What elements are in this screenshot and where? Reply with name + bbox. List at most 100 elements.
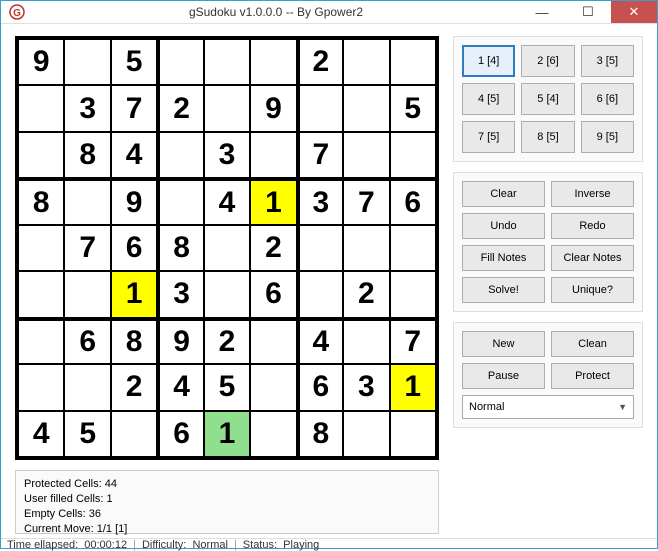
- solve-button[interactable]: Solve!: [462, 277, 545, 303]
- cell-1-0[interactable]: [18, 85, 64, 131]
- cell-8-4[interactable]: 1: [204, 411, 250, 457]
- cell-5-1[interactable]: [64, 271, 110, 317]
- cell-5-2[interactable]: 1: [111, 271, 157, 317]
- cell-7-8[interactable]: 1: [390, 364, 436, 410]
- cell-8-5[interactable]: [250, 411, 296, 457]
- cell-2-8[interactable]: [390, 132, 436, 178]
- cell-0-3[interactable]: [157, 39, 203, 85]
- cell-8-6[interactable]: 8: [297, 411, 343, 457]
- cell-5-0[interactable]: [18, 271, 64, 317]
- cell-2-4[interactable]: 3: [204, 132, 250, 178]
- cell-7-1[interactable]: [64, 364, 110, 410]
- numpad-8[interactable]: 8 [5]: [521, 121, 574, 153]
- numpad-7[interactable]: 7 [5]: [462, 121, 515, 153]
- pause-button[interactable]: Pause: [462, 363, 545, 389]
- protect-button[interactable]: Protect: [551, 363, 634, 389]
- cell-4-2[interactable]: 6: [111, 225, 157, 271]
- cell-3-3[interactable]: [157, 178, 203, 224]
- cell-7-0[interactable]: [18, 364, 64, 410]
- cell-0-8[interactable]: [390, 39, 436, 85]
- cell-0-4[interactable]: [204, 39, 250, 85]
- cell-7-6[interactable]: 6: [297, 364, 343, 410]
- cell-0-1[interactable]: [64, 39, 110, 85]
- cell-7-3[interactable]: 4: [157, 364, 203, 410]
- cell-0-5[interactable]: [250, 39, 296, 85]
- numpad-4[interactable]: 4 [5]: [462, 83, 515, 115]
- cell-3-1[interactable]: [64, 178, 110, 224]
- cell-1-6[interactable]: [297, 85, 343, 131]
- cell-1-2[interactable]: 7: [111, 85, 157, 131]
- cell-4-1[interactable]: 7: [64, 225, 110, 271]
- cell-7-5[interactable]: [250, 364, 296, 410]
- cell-7-4[interactable]: 5: [204, 364, 250, 410]
- cell-4-5[interactable]: 2: [250, 225, 296, 271]
- fillnotes-button[interactable]: Fill Notes: [462, 245, 545, 271]
- numpad-3[interactable]: 3 [5]: [581, 45, 634, 77]
- unique-button[interactable]: Unique?: [551, 277, 634, 303]
- cell-4-3[interactable]: 8: [157, 225, 203, 271]
- cell-4-4[interactable]: [204, 225, 250, 271]
- difficulty-dropdown[interactable]: Normal ▼: [462, 395, 634, 419]
- cell-3-2[interactable]: 9: [111, 178, 157, 224]
- cell-0-7[interactable]: [343, 39, 389, 85]
- cell-6-5[interactable]: [250, 318, 296, 364]
- cell-1-4[interactable]: [204, 85, 250, 131]
- cell-8-0[interactable]: 4: [18, 411, 64, 457]
- close-button[interactable]: ✕: [611, 1, 657, 23]
- cell-1-1[interactable]: 3: [64, 85, 110, 131]
- cell-6-0[interactable]: [18, 318, 64, 364]
- sudoku-grid[interactable]: 9523729584378941376768213626892472456314…: [15, 36, 439, 460]
- numpad-1[interactable]: 1 [4]: [462, 45, 515, 77]
- numpad-6[interactable]: 6 [6]: [581, 83, 634, 115]
- cell-6-4[interactable]: 2: [204, 318, 250, 364]
- cell-3-8[interactable]: 6: [390, 178, 436, 224]
- cell-2-1[interactable]: 8: [64, 132, 110, 178]
- cell-4-7[interactable]: [343, 225, 389, 271]
- cell-1-3[interactable]: 2: [157, 85, 203, 131]
- cell-6-3[interactable]: 9: [157, 318, 203, 364]
- numpad-5[interactable]: 5 [4]: [521, 83, 574, 115]
- cell-6-7[interactable]: [343, 318, 389, 364]
- minimize-button[interactable]: —: [519, 1, 565, 23]
- cell-8-7[interactable]: [343, 411, 389, 457]
- cell-3-5[interactable]: 1: [250, 178, 296, 224]
- cell-3-6[interactable]: 3: [297, 178, 343, 224]
- cell-5-8[interactable]: [390, 271, 436, 317]
- cell-2-3[interactable]: [157, 132, 203, 178]
- cell-5-4[interactable]: [204, 271, 250, 317]
- cell-2-2[interactable]: 4: [111, 132, 157, 178]
- cell-8-3[interactable]: 6: [157, 411, 203, 457]
- cell-3-4[interactable]: 4: [204, 178, 250, 224]
- cell-7-7[interactable]: 3: [343, 364, 389, 410]
- cell-6-2[interactable]: 8: [111, 318, 157, 364]
- cell-5-3[interactable]: 3: [157, 271, 203, 317]
- cell-7-2[interactable]: 2: [111, 364, 157, 410]
- cell-6-8[interactable]: 7: [390, 318, 436, 364]
- cell-1-5[interactable]: 9: [250, 85, 296, 131]
- cell-3-7[interactable]: 7: [343, 178, 389, 224]
- cell-6-1[interactable]: 6: [64, 318, 110, 364]
- cell-5-5[interactable]: 6: [250, 271, 296, 317]
- new-button[interactable]: New: [462, 331, 545, 357]
- numpad-2[interactable]: 2 [6]: [521, 45, 574, 77]
- cell-3-0[interactable]: 8: [18, 178, 64, 224]
- maximize-button[interactable]: ☐: [565, 1, 611, 23]
- cell-0-6[interactable]: 2: [297, 39, 343, 85]
- redo-button[interactable]: Redo: [551, 213, 634, 239]
- cell-5-6[interactable]: [297, 271, 343, 317]
- cell-2-6[interactable]: 7: [297, 132, 343, 178]
- clearnotes-button[interactable]: Clear Notes: [551, 245, 634, 271]
- cell-8-1[interactable]: 5: [64, 411, 110, 457]
- cell-2-0[interactable]: [18, 132, 64, 178]
- undo-button[interactable]: Undo: [462, 213, 545, 239]
- cell-4-0[interactable]: [18, 225, 64, 271]
- cell-1-7[interactable]: [343, 85, 389, 131]
- cell-8-8[interactable]: [390, 411, 436, 457]
- cell-4-8[interactable]: [390, 225, 436, 271]
- cell-6-6[interactable]: 4: [297, 318, 343, 364]
- cell-1-8[interactable]: 5: [390, 85, 436, 131]
- cell-2-5[interactable]: [250, 132, 296, 178]
- cell-4-6[interactable]: [297, 225, 343, 271]
- clean-button[interactable]: Clean: [551, 331, 634, 357]
- clear-button[interactable]: Clear: [462, 181, 545, 207]
